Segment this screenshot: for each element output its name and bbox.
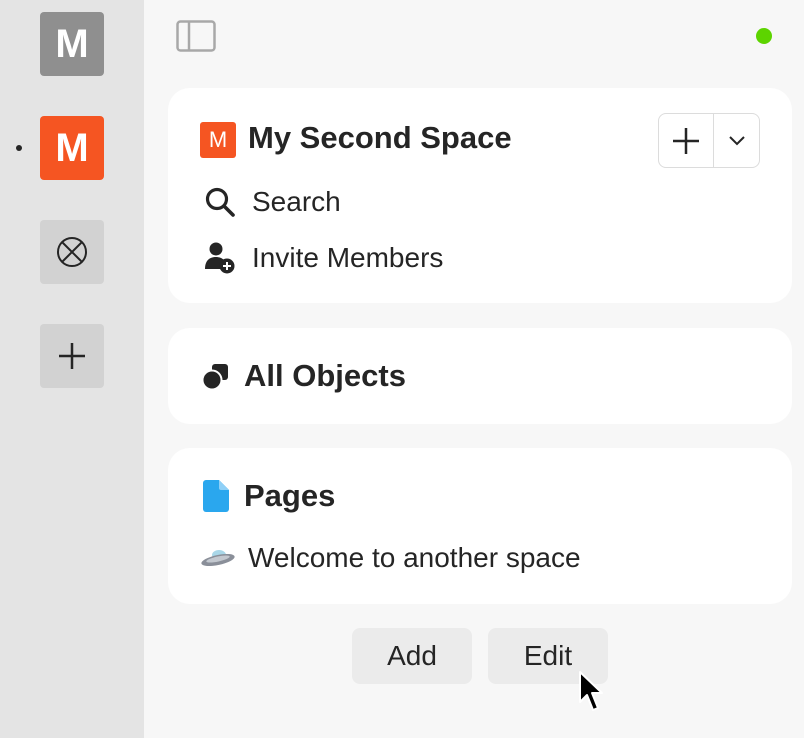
invite-members-label: Invite Members xyxy=(252,242,444,273)
chevron-down-icon xyxy=(728,135,745,145)
space-icon-letter: M xyxy=(208,127,228,152)
space-letter: M xyxy=(55,125,89,170)
ufo-icon xyxy=(200,542,236,574)
plus-icon xyxy=(673,127,699,154)
plus-icon xyxy=(59,343,85,369)
search-icon xyxy=(204,186,236,218)
page-item-label: Welcome to another space xyxy=(248,542,581,573)
add-button[interactable]: Add xyxy=(352,628,472,684)
search-item[interactable]: Search xyxy=(204,186,341,218)
create-object-button[interactable] xyxy=(659,114,714,167)
space-card: M My Second Space Search Invite Members xyxy=(168,88,792,303)
active-space-indicator xyxy=(16,145,22,151)
space-button-2[interactable]: M xyxy=(40,116,104,180)
space-icon: M xyxy=(200,122,236,158)
page-icon xyxy=(200,479,232,513)
page-item[interactable]: Welcome to another space xyxy=(200,542,581,574)
sidebar-toggle-icon xyxy=(176,20,216,52)
sidebar-toggle-button[interactable] xyxy=(176,20,216,52)
search-label: Search xyxy=(252,186,341,217)
circle-x-icon xyxy=(57,237,87,267)
space-sidebar: M My Second Space Search Invite Members … xyxy=(144,0,804,738)
pages-card: Pages Welcome to another space xyxy=(168,448,792,604)
sync-status-dot xyxy=(756,28,772,44)
create-object-menu-button[interactable] xyxy=(714,114,759,167)
add-member-icon xyxy=(204,242,236,274)
all-objects-card[interactable]: All Objects xyxy=(168,328,792,424)
space-button-1[interactable]: M xyxy=(40,12,104,76)
spaces-rail: M M xyxy=(0,0,144,738)
mouse-cursor-icon xyxy=(579,671,603,711)
pages-header[interactable]: Pages xyxy=(200,478,335,514)
add-space-button[interactable] xyxy=(40,324,104,388)
pages-title: Pages xyxy=(244,478,336,513)
space-title[interactable]: My Second Space xyxy=(248,120,512,156)
invite-members-item[interactable]: Invite Members xyxy=(204,242,443,274)
objects-icon xyxy=(200,359,232,393)
space-letter: M xyxy=(55,21,89,66)
space-button-3[interactable] xyxy=(40,220,104,284)
all-objects-title: All Objects xyxy=(244,358,406,393)
all-objects-header: All Objects xyxy=(200,358,406,394)
create-object-split-button xyxy=(658,113,760,168)
